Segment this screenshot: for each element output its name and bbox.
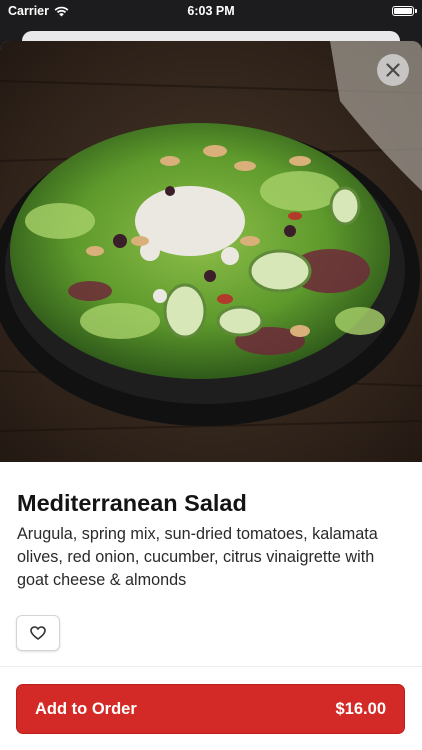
close-button[interactable] — [377, 54, 409, 86]
add-to-order-button[interactable]: Add to Order $16.00 — [16, 684, 405, 734]
heart-outline-icon — [30, 626, 46, 640]
product-details: Mediterranean Salad Arugula, spring mix,… — [17, 489, 405, 592]
add-to-order-label: Add to Order — [35, 699, 137, 718]
battery-fill — [394, 8, 412, 14]
product-description: Arugula, spring mix, sun-dried tomatoes,… — [17, 525, 378, 589]
status-bar: Carrier 6:03 PM — [0, 0, 422, 24]
battery-icon — [392, 6, 417, 16]
divider — [0, 666, 422, 667]
status-time: 6:03 PM — [187, 4, 235, 18]
product-sheet: Mediterranean Salad Arugula, spring mix,… — [0, 41, 422, 750]
product-title: Mediterranean Salad — [17, 490, 247, 516]
salad-photo — [0, 41, 422, 462]
price-label: $16.00 — [335, 699, 386, 718]
favorite-button[interactable] — [16, 615, 60, 651]
close-icon — [386, 63, 400, 77]
